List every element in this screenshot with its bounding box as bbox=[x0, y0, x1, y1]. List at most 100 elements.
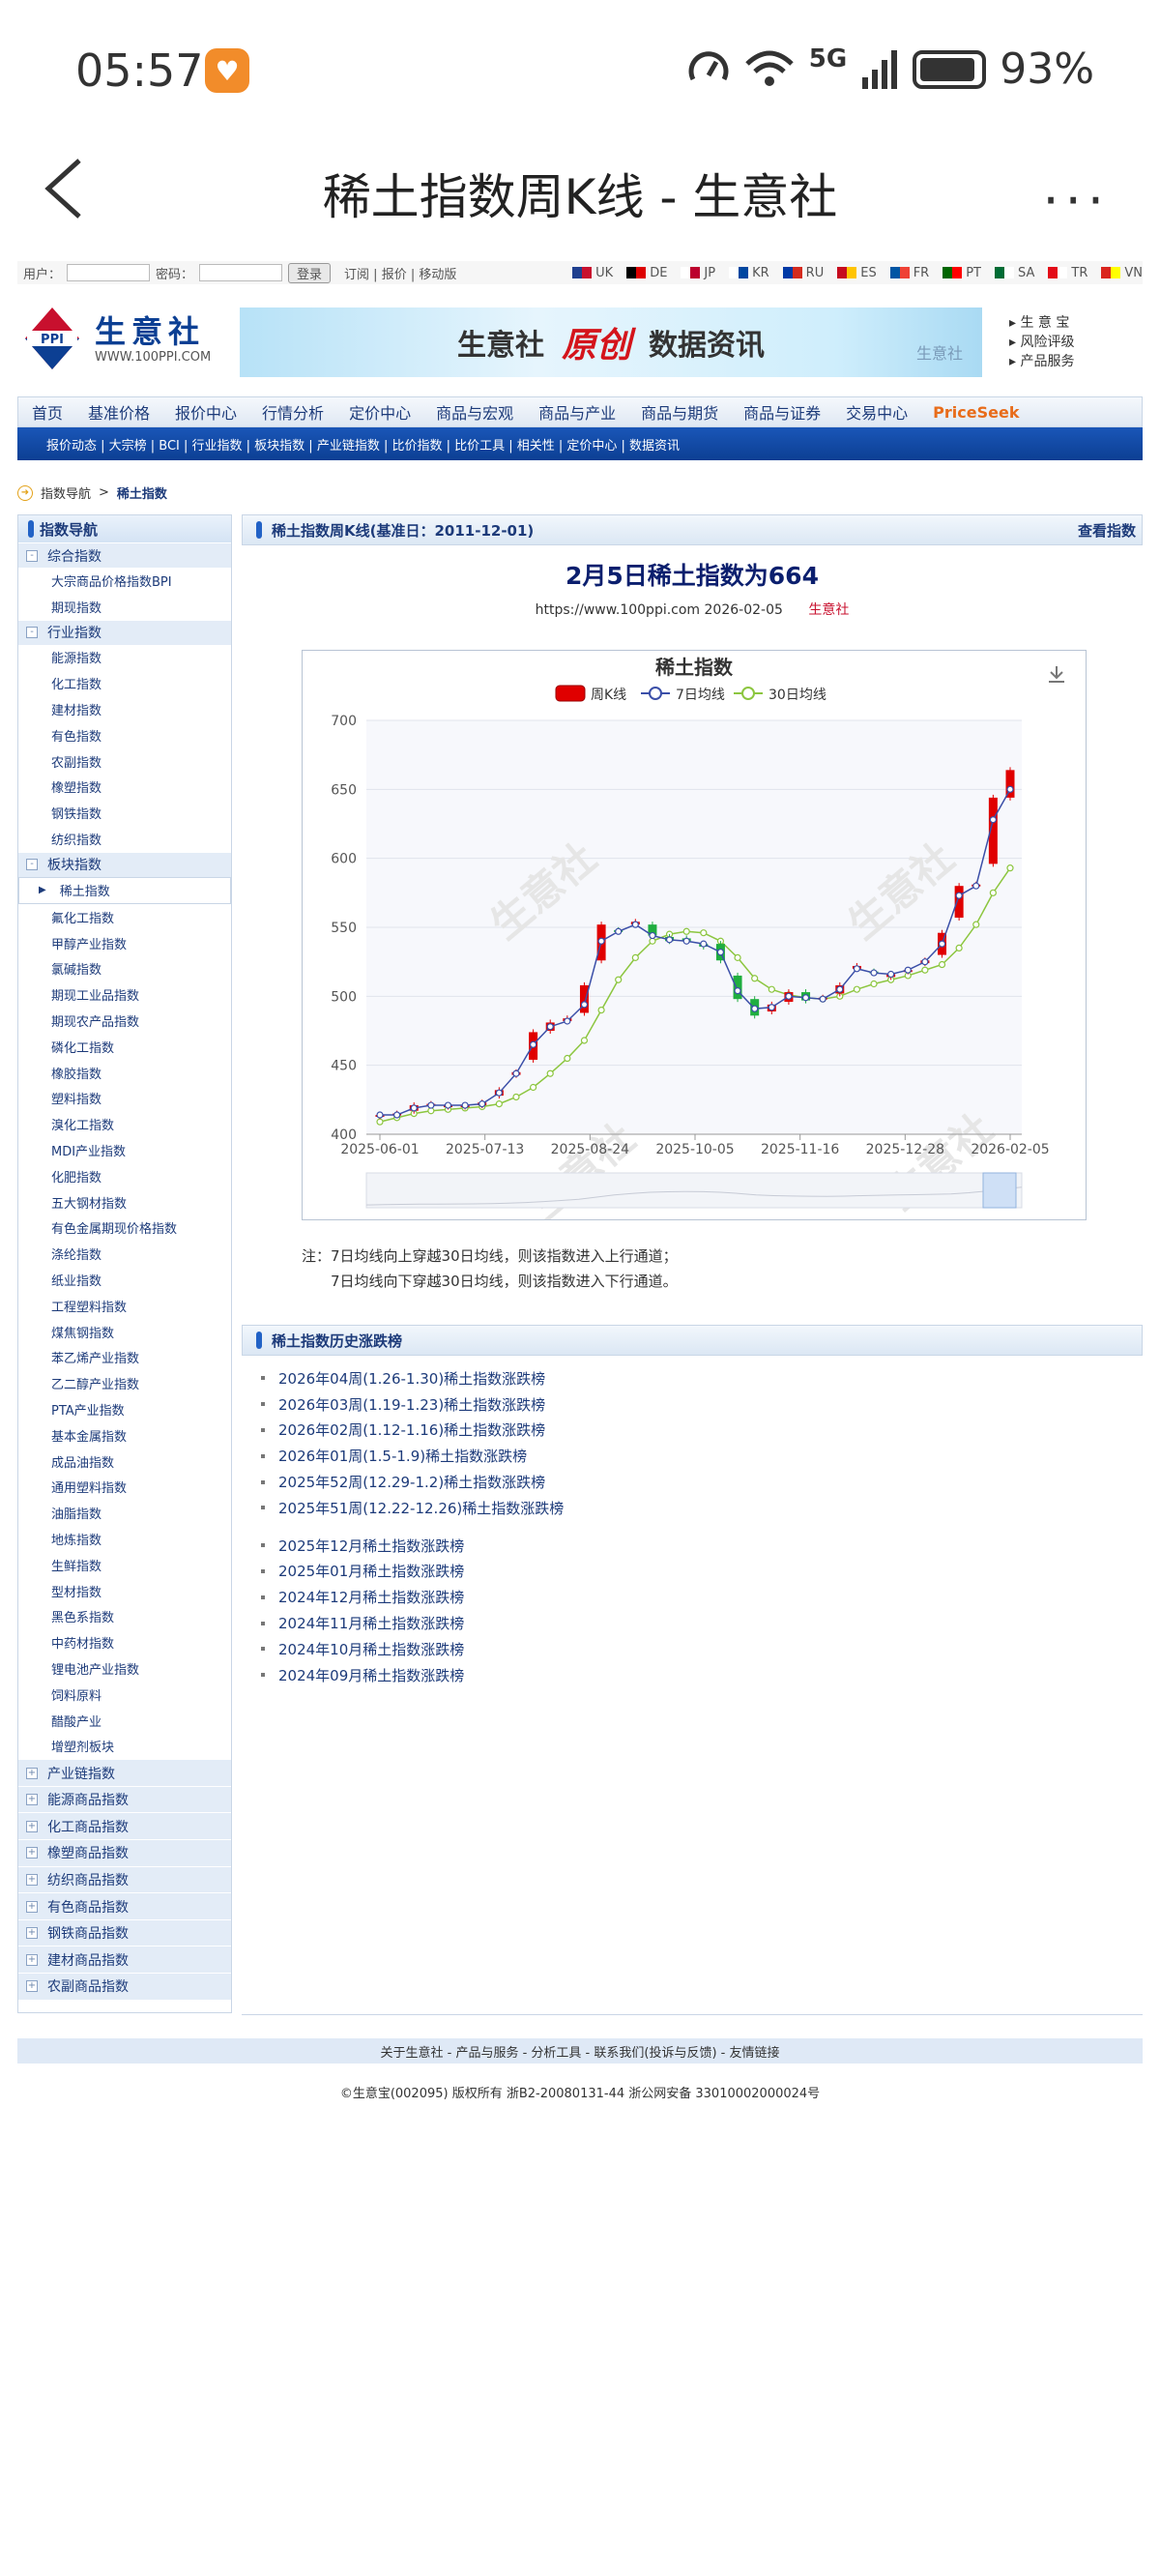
sidebar-item[interactable]: 涤纶指数 bbox=[18, 1241, 231, 1267]
sidebar-item[interactable]: 能源指数 bbox=[18, 645, 231, 671]
sidebar-item[interactable]: 煤焦钢指数 bbox=[18, 1319, 231, 1345]
language-sa[interactable]: SA bbox=[995, 266, 1034, 280]
sidebar-item-active[interactable]: ▶ 稀土指数 bbox=[18, 876, 231, 904]
sidebar-item[interactable]: 甲醇产业指数 bbox=[18, 930, 231, 956]
sidebar-item[interactable]: 钢铁指数 bbox=[18, 800, 231, 826]
history-item[interactable]: 2026年01周(1.5-1.9)稀土指数涨跌榜 bbox=[261, 1443, 564, 1469]
history-link[interactable]: 2025年01月稀土指数涨跌榜 bbox=[278, 1561, 464, 1581]
sidebar-item[interactable]: 纸业指数 bbox=[18, 1267, 231, 1293]
sidebar-group-collapsed[interactable]: + 建材商品指数 bbox=[18, 1946, 231, 1974]
link-risk-rating[interactable]: ▸ 风险评级 bbox=[1009, 333, 1074, 352]
language-es[interactable]: ES bbox=[837, 266, 877, 280]
history-item[interactable]: 2024年11月稀土指数涨跌榜 bbox=[261, 1610, 564, 1636]
sidebar-item[interactable]: 有色指数 bbox=[18, 722, 231, 748]
sidebar-group-collapsed[interactable]: + 化工商品指数 bbox=[18, 1812, 231, 1840]
history-item[interactable]: 2025年01月稀土指数涨跌榜 bbox=[261, 1559, 564, 1585]
history-link[interactable]: 2026年01周(1.5-1.9)稀土指数涨跌榜 bbox=[278, 1446, 527, 1466]
history-item[interactable]: 2025年51周(12.22-12.26)稀土指数涨跌榜 bbox=[261, 1495, 564, 1521]
sidebar-item[interactable]: 橡塑指数 bbox=[18, 775, 231, 801]
sidebar-item[interactable]: 苯乙烯产业指数 bbox=[18, 1345, 231, 1371]
language-de[interactable]: DE bbox=[626, 266, 667, 280]
sidebar-group-collapsed[interactable]: + 农副商品指数 bbox=[18, 1973, 231, 2000]
sidebar-item[interactable]: 大宗商品价格指数BPI bbox=[18, 568, 231, 594]
history-link[interactable]: 2026年02周(1.12-1.16)稀土指数涨跌榜 bbox=[278, 1420, 545, 1440]
sidebar-item[interactable]: 增塑剂板块 bbox=[18, 1733, 231, 1759]
history-link[interactable]: 2025年51周(12.22-12.26)稀土指数涨跌榜 bbox=[278, 1498, 564, 1518]
sidebar-item[interactable]: 工程塑料指数 bbox=[18, 1293, 231, 1319]
menu-item-5[interactable]: 商品与宏观 bbox=[436, 400, 513, 424]
sub-menu[interactable]: 报价动态 | 大宗榜 | BCI | 行业指数 | 板块指数 | 产业链指数 |… bbox=[17, 427, 1143, 460]
sidebar-item[interactable]: 化工指数 bbox=[18, 670, 231, 696]
language-fr[interactable]: FR bbox=[889, 266, 929, 280]
menu-item-7[interactable]: 商品与期货 bbox=[641, 400, 718, 424]
history-item[interactable]: 2024年10月稀土指数涨跌榜 bbox=[261, 1636, 564, 1662]
sidebar-item[interactable]: 溴化工指数 bbox=[18, 1111, 231, 1137]
menu-item-8[interactable]: 商品与证券 bbox=[743, 400, 821, 424]
language-tr[interactable]: TR bbox=[1048, 266, 1088, 280]
password-input[interactable] bbox=[199, 264, 283, 281]
sidebar-item[interactable]: 农副指数 bbox=[18, 748, 231, 775]
sidebar-item[interactable]: 氟化工指数 bbox=[18, 904, 231, 930]
history-item[interactable]: 2026年02周(1.12-1.16)稀土指数涨跌榜 bbox=[261, 1418, 564, 1444]
history-item[interactable]: 2025年12月稀土指数涨跌榜 bbox=[261, 1533, 564, 1559]
sidebar-item[interactable]: 有色金属期现价格指数 bbox=[18, 1215, 231, 1242]
download-icon[interactable] bbox=[1049, 666, 1064, 683]
sidebar-group-collapsed[interactable]: + 能源商品指数 bbox=[18, 1785, 231, 1813]
language-jp[interactable]: JP bbox=[681, 266, 715, 280]
menu-item-10[interactable]: PriceSeek bbox=[933, 403, 1019, 422]
sidebar-item[interactable]: 油脂指数 bbox=[18, 1500, 231, 1526]
sidebar-item[interactable]: 锂电池产业指数 bbox=[18, 1655, 231, 1682]
sidebar-item[interactable]: 五大钢材指数 bbox=[18, 1189, 231, 1215]
history-link[interactable]: 2025年52周(12.29-1.2)稀土指数涨跌榜 bbox=[278, 1472, 545, 1492]
menu-item-4[interactable]: 定价中心 bbox=[349, 400, 411, 424]
site-logo[interactable]: PPI 生意社 WWW.100PPI.COM bbox=[17, 302, 230, 375]
sidebar-item[interactable]: MDI产业指数 bbox=[18, 1137, 231, 1163]
sidebar-item[interactable]: 期现指数 bbox=[18, 594, 231, 620]
sidebar-item[interactable]: 通用塑料指数 bbox=[18, 1475, 231, 1501]
sidebar-group[interactable]: - 综合指数 bbox=[18, 542, 231, 568]
history-link[interactable]: 2026年04周(1.26-1.30)稀土指数涨跌榜 bbox=[278, 1368, 545, 1389]
menu-item-9[interactable]: 交易中心 bbox=[846, 400, 908, 424]
sidebar-item[interactable]: 塑料指数 bbox=[18, 1086, 231, 1112]
language-vn[interactable]: VN bbox=[1101, 266, 1143, 280]
history-item[interactable]: 2026年04周(1.26-1.30)稀土指数涨跌榜 bbox=[261, 1365, 564, 1391]
link-shengyibao[interactable]: ▸ 生 意 宝 bbox=[1009, 313, 1074, 333]
menu-item-1[interactable]: 基准价格 bbox=[88, 400, 150, 424]
sidebar-item[interactable]: 磷化工指数 bbox=[18, 1034, 231, 1060]
sidebar-item[interactable]: 饲料原料 bbox=[18, 1682, 231, 1708]
history-link[interactable]: 2024年09月稀土指数涨跌榜 bbox=[278, 1665, 464, 1685]
top-links[interactable]: 订阅 | 报价 | 移动版 bbox=[344, 264, 456, 282]
history-item[interactable]: 2024年12月稀土指数涨跌榜 bbox=[261, 1584, 564, 1610]
sidebar-item[interactable]: 乙二醇产业指数 bbox=[18, 1370, 231, 1396]
user-input[interactable] bbox=[67, 264, 151, 281]
sidebar-item[interactable]: 期现工业品指数 bbox=[18, 981, 231, 1008]
footer-links[interactable]: 关于生意社 - 产品与服务 - 分析工具 - 联系我们(投诉与反馈) - 友情链… bbox=[17, 2038, 1143, 2064]
sidebar-group[interactable]: - 板块指数 bbox=[18, 851, 231, 877]
view-index-link[interactable]: 查看指数 bbox=[1078, 520, 1136, 541]
history-link[interactable]: 2024年12月稀土指数涨跌榜 bbox=[278, 1587, 464, 1607]
menu-item-6[interactable]: 商品与产业 bbox=[538, 400, 616, 424]
sidebar-group[interactable]: - 行业指数 bbox=[18, 619, 231, 645]
history-link[interactable]: 2025年12月稀土指数涨跌榜 bbox=[278, 1536, 464, 1556]
navigator-handle[interactable] bbox=[982, 1172, 1017, 1209]
sidebar-item[interactable]: 中药材指数 bbox=[18, 1629, 231, 1655]
language-pt[interactable]: PT bbox=[942, 266, 981, 280]
language-ru[interactable]: RU bbox=[782, 266, 824, 280]
sidebar-group-collapsed[interactable]: + 产业链指数 bbox=[18, 1759, 231, 1786]
sidebar-item[interactable]: 黑色系指数 bbox=[18, 1603, 231, 1629]
sidebar-item[interactable]: 橡胶指数 bbox=[18, 1060, 231, 1086]
sidebar-item[interactable]: 生鲜指数 bbox=[18, 1552, 231, 1578]
sidebar-group-collapsed[interactable]: + 有色商品指数 bbox=[18, 1892, 231, 1919]
link-products[interactable]: ▸ 产品服务 bbox=[1009, 352, 1074, 371]
menu-item-3[interactable]: 行情分析 bbox=[262, 400, 324, 424]
sidebar-item[interactable]: 氯碱指数 bbox=[18, 956, 231, 982]
menu-item-2[interactable]: 报价中心 bbox=[175, 400, 237, 424]
sidebar-item[interactable]: 型材指数 bbox=[18, 1578, 231, 1604]
breadcrumb-root[interactable]: 指数导航 bbox=[41, 483, 91, 502]
history-link[interactable]: 2024年11月稀土指数涨跌榜 bbox=[278, 1613, 464, 1633]
sidebar-group-collapsed[interactable]: + 纺织商品指数 bbox=[18, 1865, 231, 1893]
sidebar-item[interactable]: 成品油指数 bbox=[18, 1449, 231, 1475]
login-button[interactable]: 登录 bbox=[288, 262, 332, 283]
sidebar-item[interactable]: 期现农产品指数 bbox=[18, 1008, 231, 1034]
sidebar-item[interactable]: 纺织指数 bbox=[18, 826, 231, 852]
